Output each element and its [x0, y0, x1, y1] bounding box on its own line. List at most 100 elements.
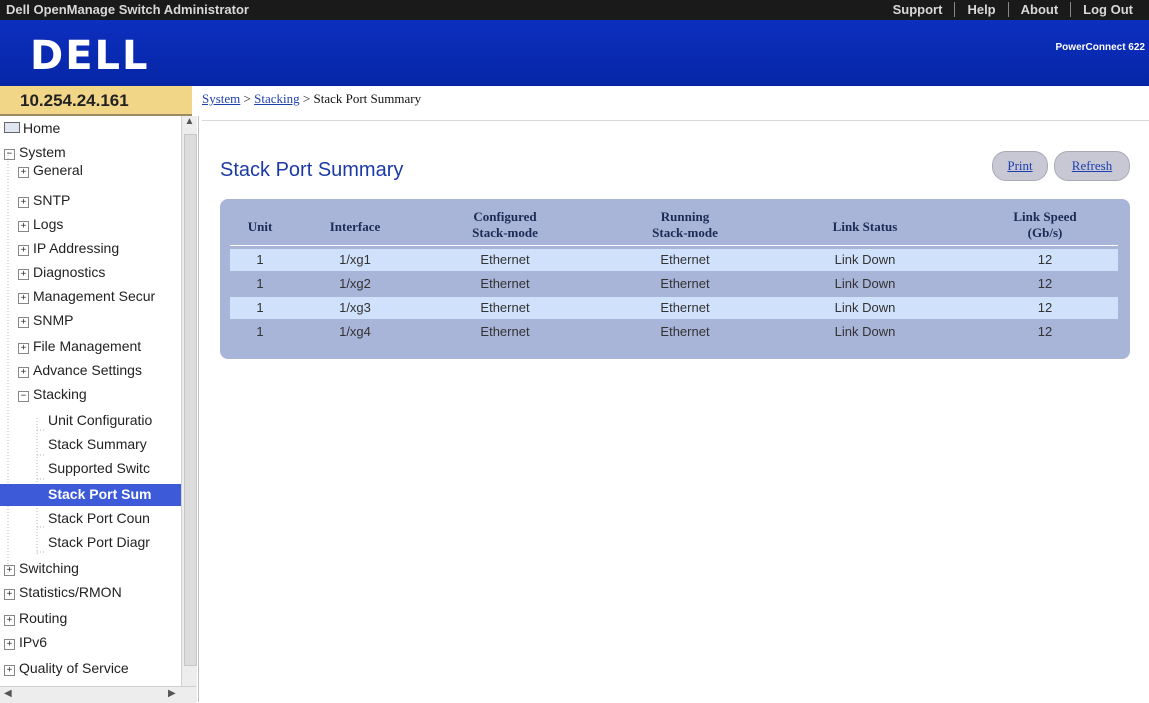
- expand-icon[interactable]: +: [4, 565, 15, 576]
- cell-interface: 1/xg3: [339, 300, 371, 315]
- breadcrumb-system[interactable]: System: [202, 91, 240, 106]
- nav-stacking[interactable]: − Stacking: [18, 386, 87, 402]
- breadcrumb-separator: >: [299, 91, 314, 106]
- breadcrumb-current: Stack Port Summary: [313, 91, 422, 106]
- expand-icon[interactable]: +: [18, 293, 29, 304]
- expand-icon[interactable]: +: [18, 367, 29, 378]
- column-header-unit: Unit: [240, 219, 280, 235]
- scroll-thumb[interactable]: [184, 134, 197, 666]
- about-link[interactable]: About: [1007, 2, 1071, 17]
- nav-tree: Home − System + General + SNTP + Logs + IP Ad…: [0, 116, 199, 702]
- cell-configured-mode: Ethernet: [480, 252, 530, 267]
- nav-label: General: [33, 162, 83, 178]
- top-links: Support Help About Log Out: [881, 2, 1145, 17]
- nav-ipv6[interactable]: + IPv6: [4, 634, 47, 650]
- cell-running-mode: Ethernet: [660, 324, 710, 339]
- expand-icon[interactable]: +: [4, 589, 15, 600]
- nav-home[interactable]: Home: [4, 120, 60, 136]
- cell-link-status: Link Down: [834, 252, 896, 267]
- scroll-up-icon[interactable]: ▲: [182, 116, 197, 131]
- sidebar-scrollbar[interactable]: ▲ ▼: [181, 116, 197, 702]
- expand-icon[interactable]: +: [18, 317, 29, 328]
- nav-advance-settings[interactable]: + Advance Settings: [18, 362, 142, 378]
- expand-icon[interactable]: +: [18, 167, 29, 178]
- nav-logs[interactable]: + Logs: [18, 216, 63, 232]
- scroll-right-icon[interactable]: ▶: [168, 688, 176, 699]
- nav-statistics-rmon[interactable]: + Statistics/RMON: [4, 584, 122, 600]
- header-text: Configured: [473, 209, 537, 224]
- nav-snmp[interactable]: + SNMP: [18, 312, 73, 328]
- cell-unit: 1: [256, 300, 264, 315]
- nav-label: Quality of Service: [19, 660, 129, 676]
- nav-ip-addressing[interactable]: + IP Addressing: [18, 240, 119, 256]
- expand-icon[interactable]: +: [18, 269, 29, 280]
- nav-file-management[interactable]: + File Management: [18, 338, 141, 354]
- cell-interface: 1/xg1: [339, 252, 371, 267]
- header-text: Interface: [329, 219, 381, 234]
- collapse-icon[interactable]: −: [18, 391, 29, 402]
- nav-routing[interactable]: + Routing: [4, 610, 67, 626]
- collapse-icon[interactable]: −: [4, 149, 15, 160]
- nav-label: IPv6: [19, 634, 48, 650]
- nav-label: Stack Port Coun: [48, 510, 150, 526]
- nav-management-security[interactable]: + Management Secur: [18, 288, 155, 304]
- nav-general[interactable]: + General: [18, 162, 83, 178]
- nav-switching[interactable]: + Switching: [4, 560, 79, 576]
- help-link[interactable]: Help: [954, 2, 1007, 17]
- expand-icon[interactable]: +: [4, 665, 15, 676]
- sidebar-horizontal-scrollbar[interactable]: ◀ ▶: [0, 686, 196, 703]
- nav-label: Routing: [19, 610, 68, 626]
- nav-label: Statistics/RMON: [19, 584, 122, 600]
- table-row: 1 1/xg2 Ethernet Ethernet Link Down 12: [230, 273, 1118, 295]
- table-row: 1 1/xg4 Ethernet Ethernet Link Down 12: [230, 321, 1118, 343]
- header-text: Link Status: [832, 219, 898, 234]
- home-icon: [4, 122, 20, 133]
- nav-label: File Management: [33, 338, 142, 354]
- nav-system[interactable]: − System: [4, 144, 66, 160]
- stack-port-table: Unit Interface Configured Stack-mode Run…: [220, 199, 1130, 359]
- log-out-link[interactable]: Log Out: [1070, 2, 1145, 17]
- header-text: Unit: [247, 219, 273, 234]
- header-divider: [230, 245, 1118, 246]
- nav-label: Logs: [33, 216, 64, 232]
- nav-stack-port-counters[interactable]: Stack Port Coun: [48, 510, 150, 526]
- nav-quality-of-service[interactable]: + Quality of Service: [4, 660, 129, 676]
- expand-icon[interactable]: +: [4, 615, 15, 626]
- main-content: Stack Port Summary Print Refresh Unit In…: [202, 120, 1149, 703]
- cell-link-status: Link Down: [834, 324, 896, 339]
- header-text: Running: [660, 209, 710, 224]
- nav-diagnostics[interactable]: + Diagnostics: [18, 264, 105, 280]
- nav-unit-configuration[interactable]: Unit Configuratio: [48, 412, 152, 428]
- nav-label: Stacking: [33, 386, 87, 402]
- column-header-link-speed: Link Speed (Gb/s): [990, 209, 1100, 241]
- nav-stack-port-summary[interactable]: Stack Port Sum: [0, 484, 181, 506]
- refresh-button[interactable]: Refresh: [1054, 151, 1130, 181]
- expand-icon[interactable]: +: [18, 343, 29, 354]
- nav-supported-switches[interactable]: Supported Switc: [48, 460, 150, 476]
- nav-label: Supported Switc: [48, 460, 150, 476]
- column-header-interface: Interface: [310, 219, 400, 235]
- cell-configured-mode: Ethernet: [480, 300, 530, 315]
- nav-label: System: [19, 144, 66, 160]
- nav-label: Advance Settings: [33, 362, 142, 378]
- expand-icon[interactable]: +: [18, 221, 29, 232]
- nav-sntp[interactable]: + SNTP: [18, 192, 70, 208]
- app-title: Dell OpenManage Switch Administrator: [6, 2, 249, 17]
- scroll-left-icon[interactable]: ◀: [4, 688, 12, 699]
- model-label: PowerConnect 622: [1055, 42, 1145, 53]
- nav-label: SNTP: [33, 192, 71, 208]
- nav-label: Switching: [19, 560, 79, 576]
- nav-stack-summary[interactable]: Stack Summary: [48, 436, 147, 452]
- print-button[interactable]: Print: [992, 151, 1048, 181]
- cell-interface: 1/xg2: [339, 276, 371, 291]
- nav-label: Stack Port Diagr: [48, 534, 150, 550]
- expand-icon[interactable]: +: [18, 245, 29, 256]
- header-text: (Gb/s): [1027, 225, 1063, 240]
- expand-icon[interactable]: +: [4, 639, 15, 650]
- breadcrumb: System > Stacking > Stack Port Summary: [202, 91, 421, 107]
- breadcrumb-stacking[interactable]: Stacking: [254, 91, 300, 106]
- nav-stack-port-diagnostics[interactable]: Stack Port Diagr: [48, 534, 150, 550]
- header-text: Link Speed: [1013, 209, 1077, 224]
- support-link[interactable]: Support: [881, 2, 955, 17]
- expand-icon[interactable]: +: [18, 197, 29, 208]
